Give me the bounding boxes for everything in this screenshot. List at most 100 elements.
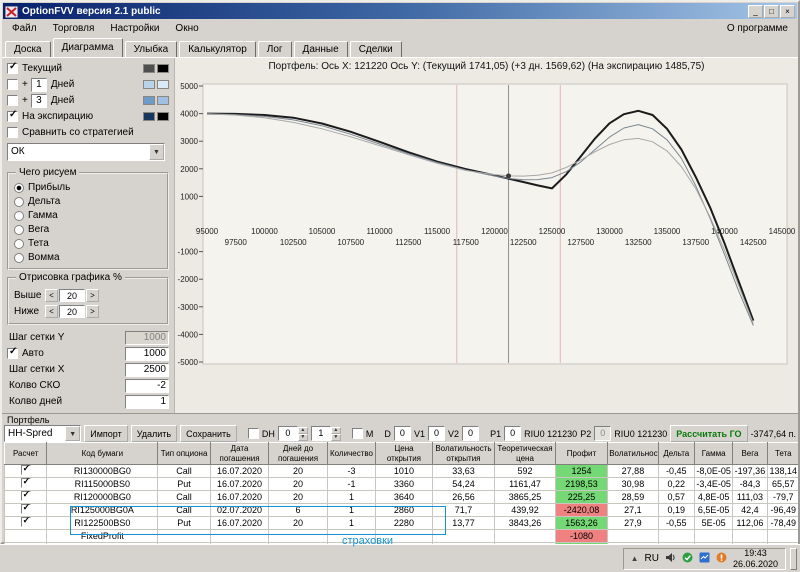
- tab-item[interactable]: Данные: [294, 41, 348, 57]
- clock[interactable]: 19:43 26.06.2020: [733, 548, 778, 570]
- column-header[interactable]: Дней до погашения: [269, 443, 328, 465]
- payoff-chart[interactable]: 50004000300020001000-1000-2000-3000-4000…: [175, 74, 795, 376]
- column-header[interactable]: Цена открытия: [376, 443, 432, 465]
- column-header[interactable]: Дельта: [658, 443, 694, 465]
- update-icon[interactable]: [716, 550, 727, 568]
- draw-option[interactable]: Тета: [14, 237, 162, 250]
- column-header[interactable]: Профит: [555, 443, 607, 465]
- draw-option[interactable]: Дельта: [14, 195, 162, 208]
- row-checkbox[interactable]: [21, 478, 31, 488]
- auto-value-input[interactable]: [125, 347, 169, 361]
- trading-app-icon[interactable]: [699, 550, 710, 568]
- table-row[interactable]: RI120000BG0Call16.07.2020201364026,56386…: [5, 491, 799, 504]
- days-count-input[interactable]: [125, 395, 169, 409]
- sko-count-input[interactable]: [125, 379, 169, 393]
- close-button[interactable]: ×: [780, 5, 795, 18]
- tab-item[interactable]: Лог: [258, 41, 292, 57]
- draw-option[interactable]: Гамма: [14, 209, 162, 222]
- tab-item[interactable]: Сделки: [350, 41, 402, 57]
- row-checkbox[interactable]: [21, 491, 31, 501]
- spin-down-icon[interactable]: ▼: [331, 434, 341, 441]
- column-header[interactable]: Дата погашения: [210, 443, 269, 465]
- show-desktop-button[interactable]: [790, 548, 797, 570]
- spin-up-icon[interactable]: ▲: [298, 427, 308, 434]
- data-cell: -1080: [555, 530, 607, 543]
- decrement-button[interactable]: <: [45, 305, 58, 318]
- delete-button[interactable]: Удалить: [131, 425, 177, 442]
- hidden-icons-chevron[interactable]: ▲: [631, 554, 639, 563]
- draw-option[interactable]: Вега: [14, 223, 162, 236]
- import-button[interactable]: Импорт: [84, 425, 127, 442]
- v2-input[interactable]: 0: [462, 426, 479, 441]
- table-row[interactable]: RI115000BS0Put16.07.202020-1336054,24116…: [5, 478, 799, 491]
- dh-spinner-2[interactable]: 1▲▼: [311, 426, 341, 441]
- column-header[interactable]: Количество: [327, 443, 375, 465]
- row-checkbox[interactable]: [21, 504, 31, 514]
- column-header[interactable]: Гамма: [694, 443, 732, 465]
- v1-input[interactable]: 0: [428, 426, 445, 441]
- menu-about[interactable]: О программе: [719, 22, 796, 35]
- tab-item[interactable]: Диаграмма: [53, 38, 123, 57]
- increment-button[interactable]: >: [86, 289, 99, 302]
- strategy-select[interactable]: ОК ▼: [7, 143, 165, 161]
- p1-input[interactable]: 0: [504, 426, 521, 441]
- increment-button[interactable]: >: [86, 305, 99, 318]
- draw-option[interactable]: Прибыль: [14, 181, 162, 194]
- dh-checkbox[interactable]: [248, 428, 259, 439]
- spin-down-icon[interactable]: ▼: [298, 434, 308, 441]
- column-header[interactable]: Вега: [733, 443, 767, 465]
- data-cell: 71,7: [432, 504, 495, 517]
- row-checkbox[interactable]: [21, 465, 31, 475]
- chevron-down-icon[interactable]: ▼: [149, 144, 164, 160]
- language-indicator[interactable]: RU: [645, 553, 659, 564]
- spin-up-icon[interactable]: ▲: [331, 427, 341, 434]
- column-header[interactable]: Тета: [767, 443, 798, 465]
- svg-text:2000: 2000: [180, 165, 198, 174]
- table-row[interactable]: RI122500BS0Put16.07.2020201228013,773843…: [5, 517, 799, 530]
- expiration-toggle[interactable]: На экспирацию: [7, 109, 169, 124]
- draw-option[interactable]: Вомма: [14, 251, 162, 264]
- menu-item[interactable]: Настройки: [102, 22, 167, 35]
- current-toggle[interactable]: Текущий: [7, 61, 169, 76]
- menu-item[interactable]: Окно: [167, 22, 206, 35]
- volume-icon[interactable]: [665, 550, 676, 568]
- plus3-toggle[interactable]: + Дней: [7, 93, 169, 108]
- menu-item[interactable]: Файл: [4, 22, 45, 35]
- column-header[interactable]: Код бумаги: [47, 443, 158, 465]
- calc-margin-button[interactable]: Рассчитать ГО: [670, 425, 747, 442]
- column-header[interactable]: Волатильность: [608, 443, 658, 465]
- grid-step-y-input[interactable]: [125, 331, 169, 345]
- grid-step-x-input[interactable]: [125, 363, 169, 377]
- table-row[interactable]: RI130000BG0Call16.07.202020-3101033,6359…: [5, 465, 799, 478]
- antivirus-icon[interactable]: [682, 550, 693, 568]
- plus1-days-input[interactable]: [31, 78, 47, 92]
- m-checkbox[interactable]: [352, 428, 363, 439]
- checkbox-icon[interactable]: [7, 348, 18, 359]
- minimize-button[interactable]: _: [748, 5, 763, 18]
- chevron-down-icon[interactable]: ▼: [65, 426, 80, 441]
- menu-item[interactable]: Торговля: [45, 22, 103, 35]
- p2-input[interactable]: 0: [594, 426, 611, 441]
- data-cell: [733, 530, 767, 543]
- table-row[interactable]: FixedProfit-1080: [5, 530, 799, 543]
- row-checkbox[interactable]: [21, 517, 31, 527]
- column-header[interactable]: Волатильность открытия: [432, 443, 495, 465]
- dh-spinner-1[interactable]: 0▲▼: [278, 426, 308, 441]
- tab-item[interactable]: Доска: [5, 41, 51, 57]
- compare-toggle[interactable]: Сравнить со стратегией: [7, 125, 169, 140]
- portfolio-select[interactable]: НН-Spred ▼: [4, 425, 81, 442]
- column-header[interactable]: Тип опциона: [158, 443, 210, 465]
- render-group: Отрисовка графика % Выше<20>Ниже<20>: [7, 277, 169, 325]
- plus3-days-input[interactable]: [31, 94, 47, 108]
- save-button[interactable]: Сохранить: [180, 425, 237, 442]
- maximize-button[interactable]: □: [764, 5, 779, 18]
- decrement-button[interactable]: <: [45, 289, 58, 302]
- plus1-toggle[interactable]: + Дней: [7, 77, 169, 92]
- d-input[interactable]: 0: [394, 426, 411, 441]
- tab-item[interactable]: Калькулятор: [179, 41, 256, 57]
- table-row[interactable]: RI125000BG0ACall02.07.202061286071,7439,…: [5, 504, 799, 517]
- column-header[interactable]: Теоретическая цена: [495, 443, 556, 465]
- column-header[interactable]: Расчет: [5, 443, 47, 465]
- svg-text:4000: 4000: [180, 110, 198, 119]
- tab-item[interactable]: Улыбка: [125, 41, 178, 57]
